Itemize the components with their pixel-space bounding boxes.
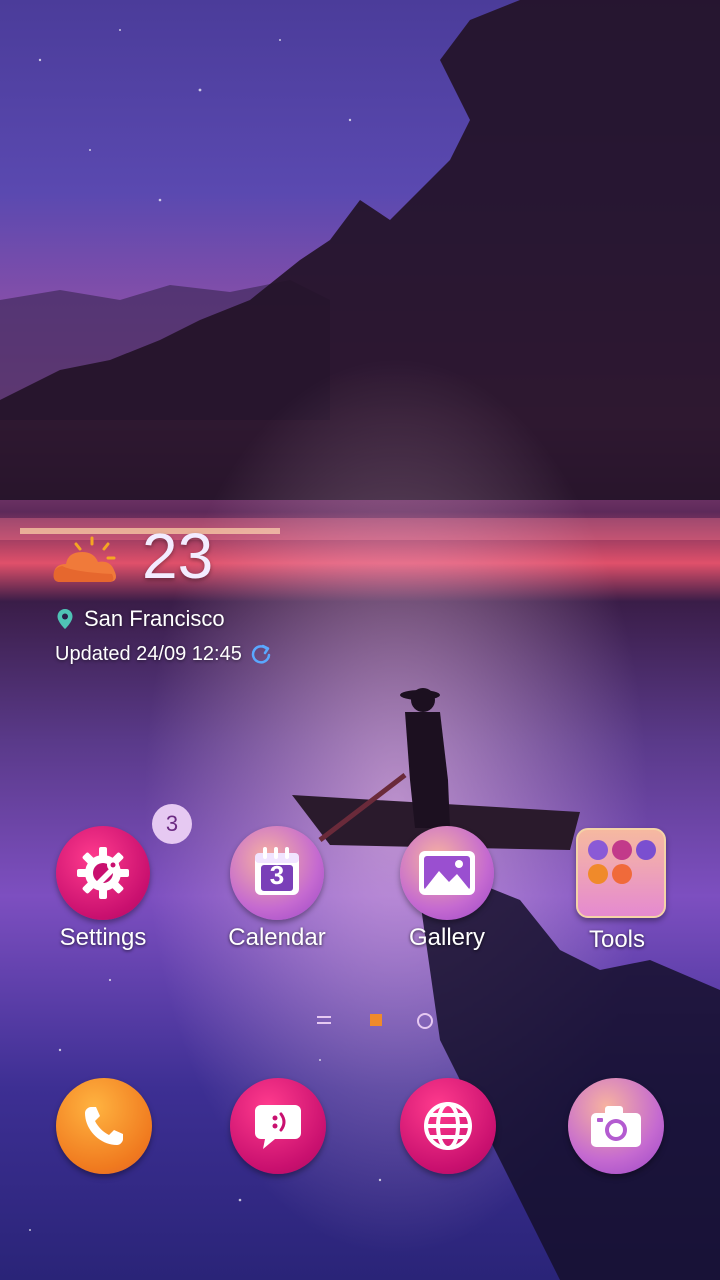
app-gallery[interactable]: Gallery: [372, 826, 522, 966]
app-label: Calendar: [228, 924, 326, 951]
app-label: Gallery: [408, 924, 486, 951]
dock-browser[interactable]: [400, 1078, 496, 1174]
location-pin-icon: [57, 609, 73, 629]
mini-app-icon: [612, 840, 632, 860]
app-settings[interactable]: 3 Settings: [28, 804, 192, 966]
app-label: Tools: [588, 926, 646, 953]
messages-icon: [255, 1105, 301, 1149]
settings-gear-icon: [77, 847, 129, 899]
refresh-icon[interactable]: [250, 643, 272, 665]
mini-app-icon: [612, 864, 632, 884]
updated-row: Updated 24/09 12:45: [55, 640, 272, 668]
dock-phone[interactable]: [56, 1078, 152, 1174]
settings-icon-circle: [56, 826, 150, 920]
gallery-icon-circle: [400, 826, 494, 920]
location-row: San Francisco: [56, 604, 225, 634]
app-label: Settings: [59, 924, 147, 951]
phone-icon: [85, 1107, 123, 1145]
mini-app-icon: [588, 864, 608, 884]
dock-messages[interactable]: [230, 1078, 326, 1174]
calendar-day: 3: [269, 860, 285, 890]
camera-icon: [591, 1106, 641, 1147]
city-name: San Francisco: [84, 606, 225, 631]
page-dot[interactable]: [416, 1012, 434, 1030]
page-dot-current[interactable]: [368, 1012, 384, 1028]
notification-badge: 3: [152, 804, 192, 844]
mini-app-icon: [636, 840, 656, 860]
partly-cloudy-icon: [53, 536, 116, 582]
app-calendar[interactable]: 3 Calendar: [202, 826, 352, 966]
calendar-icon-circle: 3: [230, 826, 324, 920]
page-dot-menu[interactable]: [316, 1012, 332, 1028]
mini-app-icon: [588, 840, 608, 860]
weather-widget[interactable]: 23 San Francisco Updated 24/09 12:45: [52, 520, 372, 670]
gallery-icon: [419, 851, 475, 895]
temperature: 23: [142, 520, 214, 592]
updated-time: Updated 24/09 12:45: [55, 642, 242, 665]
page-indicator: [300, 1012, 440, 1032]
app-folder-tools[interactable]: Tools: [542, 828, 692, 968]
browser-globe-icon: [424, 1102, 472, 1150]
folder-icon: [576, 828, 666, 918]
dock-camera[interactable]: [568, 1078, 664, 1174]
